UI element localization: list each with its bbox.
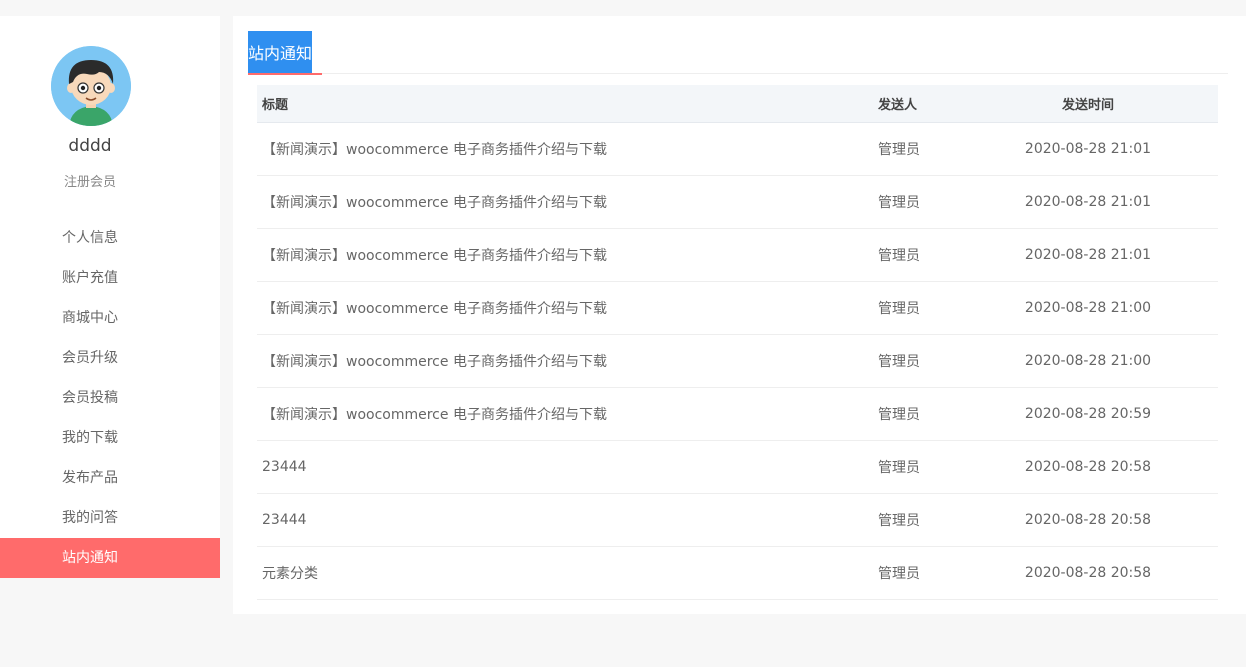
main-panel: 站内通知 标题 发送人 发送时间 【新闻演示】woocommerce 电子商务插… [233, 16, 1246, 614]
notice-sender: 管理员 [878, 175, 998, 229]
tab-bar: 站内通知 [248, 31, 1228, 75]
notice-title-link[interactable]: 【新闻演示】woocommerce 电子商务插件介绍与下载 [257, 387, 878, 441]
notice-title-link[interactable]: 【新闻演示】woocommerce 电子商务插件介绍与下载 [257, 228, 878, 282]
notice-sender: 管理员 [878, 122, 998, 176]
notice-title-link[interactable]: 【新闻演示】woocommerce 电子商务插件介绍与下载 [257, 122, 878, 176]
notice-title-link[interactable]: 【新闻演示】woocommerce 电子商务插件介绍与下载 [257, 175, 878, 229]
sidebar-item-upgrade[interactable]: 会员升级 [0, 338, 220, 378]
tab-notifications[interactable]: 站内通知 [248, 31, 312, 73]
notice-sender: 管理员 [878, 440, 998, 494]
sidebar-item-submit[interactable]: 会员投稿 [0, 378, 220, 418]
notice-time: 2020-08-28 21:01 [998, 228, 1218, 282]
table-row: 【新闻演示】woocommerce 电子商务插件介绍与下载 管理员 2020-0… [257, 334, 1218, 388]
notice-title-link[interactable]: 【新闻演示】woocommerce 电子商务插件介绍与下载 [257, 281, 878, 335]
notice-title-link[interactable]: 【新闻演示】woocommerce 电子商务插件介绍与下载 [257, 334, 878, 388]
header-sender: 发送人 [878, 85, 998, 123]
notice-time: 2020-08-28 21:00 [998, 281, 1218, 335]
tab-active-underline [248, 73, 322, 75]
notice-time: 2020-08-28 21:00 [998, 334, 1218, 388]
sidebar-item-qa[interactable]: 我的问答 [0, 498, 220, 538]
table-row: 【新闻演示】woocommerce 电子商务插件介绍与下载 管理员 2020-0… [257, 228, 1218, 282]
cartoon-boy-avatar-icon [51, 46, 131, 126]
notice-sender: 管理员 [878, 546, 998, 600]
table-row: 【新闻演示】woocommerce 电子商务插件介绍与下载 管理员 2020-0… [257, 175, 1218, 229]
table-row: 【新闻演示】woocommerce 电子商务插件介绍与下载 管理员 2020-0… [257, 281, 1218, 335]
notice-sender: 管理员 [878, 228, 998, 282]
user-avatar[interactable] [51, 46, 131, 126]
sidebar-item-shop[interactable]: 商城中心 [0, 298, 220, 338]
sidebar-item-profile[interactable]: 个人信息 [0, 218, 220, 258]
table-row: 【新闻演示】woocommerce 电子商务插件介绍与下载 管理员 2020-0… [257, 122, 1218, 176]
username: dddd [68, 136, 112, 156]
user-role: 注册会员 [63, 175, 116, 190]
sidebar-item-notifications[interactable]: 站内通知 [0, 538, 220, 578]
user-sidebar: dddd 注册会员 个人信息 账户充值 商城中心 会员升级 会员投稿 我的下载 … [0, 16, 220, 578]
sidebar-nav: 个人信息 账户充值 商城中心 会员升级 会员投稿 我的下载 发布产品 我的问答 … [0, 218, 220, 578]
notice-time: 2020-08-28 20:58 [998, 546, 1218, 600]
sidebar-item-publish[interactable]: 发布产品 [0, 458, 220, 498]
notifications-table: 标题 发送人 发送时间 【新闻演示】woocommerce 电子商务插件介绍与下… [257, 85, 1218, 600]
table-row: 元素分类 管理员 2020-08-28 20:58 [257, 546, 1218, 600]
notice-time: 2020-08-28 20:59 [998, 387, 1218, 441]
sidebar-item-downloads[interactable]: 我的下载 [0, 418, 220, 458]
notice-time: 2020-08-28 20:58 [998, 440, 1218, 494]
notice-title-link[interactable]: 元素分类 [257, 546, 878, 600]
table-row: 【新闻演示】woocommerce 电子商务插件介绍与下载 管理员 2020-0… [257, 387, 1218, 441]
header-time: 发送时间 [998, 85, 1218, 123]
notice-time: 2020-08-28 21:01 [998, 175, 1218, 229]
notice-title-link[interactable]: 23444 [257, 493, 878, 547]
notice-sender: 管理员 [878, 281, 998, 335]
notice-sender: 管理员 [878, 387, 998, 441]
notice-title-link[interactable]: 23444 [257, 440, 878, 494]
notice-sender: 管理员 [878, 334, 998, 388]
notice-sender: 管理员 [878, 493, 998, 547]
sidebar-item-recharge[interactable]: 账户充值 [0, 258, 220, 298]
table-row: 23444 管理员 2020-08-28 20:58 [257, 493, 1218, 547]
notice-time: 2020-08-28 20:58 [998, 493, 1218, 547]
notice-time: 2020-08-28 21:01 [998, 122, 1218, 176]
table-header-row: 标题 发送人 发送时间 [257, 85, 1218, 123]
header-title: 标题 [257, 85, 878, 123]
table-row: 23444 管理员 2020-08-28 20:58 [257, 440, 1218, 494]
